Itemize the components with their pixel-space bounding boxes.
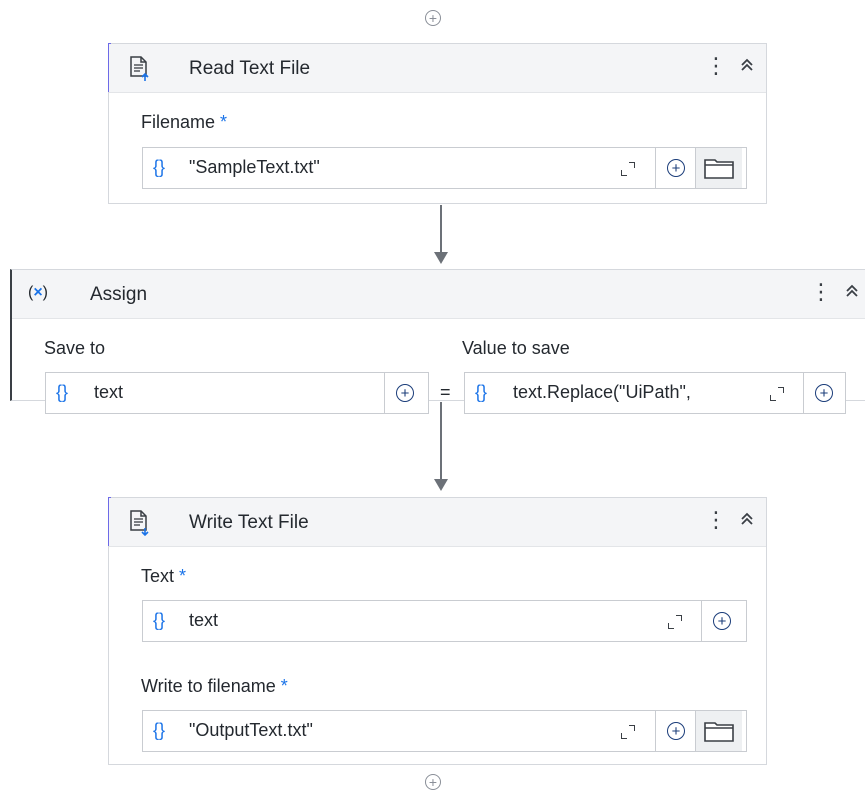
write-to-filename-add-button[interactable]: +	[655, 711, 696, 751]
expand-editor-icon[interactable]	[770, 387, 784, 401]
save-to-input[interactable]: {} text +	[45, 372, 429, 414]
text-input[interactable]: {} text +	[142, 600, 747, 642]
browse-folder-button[interactable]	[695, 148, 742, 188]
connector-line	[440, 402, 442, 480]
plus-circle-icon: +	[815, 384, 833, 402]
assign-card[interactable]: (×) Assign ⋮ Save to Value to save {} te…	[10, 269, 865, 414]
text-value[interactable]: text	[189, 610, 218, 631]
connector-arrow-icon	[434, 252, 448, 264]
required-marker: *	[179, 566, 187, 586]
expand-editor-icon[interactable]	[621, 162, 635, 176]
value-to-save-input[interactable]: {} text.Replace("UiPath", +	[464, 372, 846, 414]
value-to-save-value[interactable]: text.Replace("UiPath",	[513, 382, 691, 403]
plus-circle-icon: +	[667, 159, 685, 177]
value-to-save-label: Value to save	[462, 338, 570, 358]
plus-circle-icon: +	[667, 722, 685, 740]
connector-line	[440, 205, 442, 253]
expression-braces-icon[interactable]: {}	[475, 382, 487, 403]
assign-header[interactable]: (×) Assign ⋮	[12, 270, 865, 319]
read-text-file-menu-icon[interactable]: ⋮	[705, 53, 727, 79]
write-text-file-menu-icon[interactable]: ⋮	[705, 507, 727, 533]
text-label: Text *	[141, 566, 186, 587]
write-text-file-title: Write Text File	[189, 512, 309, 533]
add-activity-bottom-button[interactable]: +	[425, 774, 441, 790]
read-text-file-header[interactable]: Read Text File ⋮	[109, 44, 766, 93]
filename-label-text: Filename	[141, 112, 216, 132]
document-read-icon	[130, 56, 149, 81]
write-text-file-collapse-icon[interactable]	[739, 510, 755, 533]
value-to-save-add-button[interactable]: +	[803, 373, 844, 413]
expression-braces-icon[interactable]: {}	[153, 720, 165, 741]
required-marker: *	[220, 112, 228, 132]
assign-title: Assign	[90, 284, 148, 305]
write-text-file-card[interactable]: Write Text File ⋮ Text * {} text + Write…	[108, 497, 767, 765]
variable-x-icon: (×)	[28, 284, 48, 301]
required-marker: *	[280, 676, 288, 696]
read-text-file-collapse-icon[interactable]	[739, 56, 755, 79]
text-label-text: Text	[141, 566, 175, 586]
folder-icon	[704, 722, 734, 742]
write-to-filename-label-text: Write to filename	[141, 676, 276, 696]
equals-sign: =	[440, 382, 451, 402]
save-to-add-button[interactable]: +	[384, 373, 425, 413]
write-to-filename-value[interactable]: "OutputText.txt"	[189, 720, 313, 741]
chevron-double-up-icon	[741, 512, 753, 525]
read-text-file-title: Read Text File	[189, 58, 311, 79]
filename-input[interactable]: {} "SampleText.txt" +	[142, 147, 747, 189]
connector-arrow-icon	[434, 479, 448, 491]
document-write-icon	[130, 510, 149, 536]
expand-editor-icon[interactable]	[668, 615, 682, 629]
add-activity-top-button[interactable]: +	[425, 10, 441, 26]
write-to-filename-label: Write to filename *	[141, 676, 288, 697]
filename-add-button[interactable]: +	[655, 148, 696, 188]
expression-braces-icon[interactable]: {}	[153, 157, 165, 178]
plus-circle-icon: +	[396, 384, 414, 402]
read-text-file-card[interactable]: Read Text File ⋮ Filename * {} "SampleTe…	[108, 43, 767, 204]
filename-label: Filename *	[141, 112, 227, 133]
expression-braces-icon[interactable]: {}	[56, 382, 68, 403]
chevron-double-up-icon	[741, 58, 753, 71]
browse-folder-button[interactable]	[695, 711, 742, 751]
expression-braces-icon[interactable]: {}	[153, 610, 165, 631]
filename-value[interactable]: "SampleText.txt"	[189, 157, 320, 178]
assign-collapse-icon[interactable]	[844, 282, 860, 305]
save-to-value[interactable]: text	[94, 382, 123, 403]
assign-menu-icon[interactable]: ⋮	[810, 279, 832, 305]
chevron-double-up-icon	[846, 284, 858, 297]
plus-circle-icon: +	[713, 612, 731, 630]
write-to-filename-input[interactable]: {} "OutputText.txt" +	[142, 710, 747, 752]
folder-icon	[704, 159, 734, 179]
text-add-button[interactable]: +	[701, 601, 742, 641]
write-text-file-header[interactable]: Write Text File ⋮	[109, 498, 766, 547]
save-to-label: Save to	[44, 338, 106, 358]
expand-editor-icon[interactable]	[621, 725, 635, 739]
